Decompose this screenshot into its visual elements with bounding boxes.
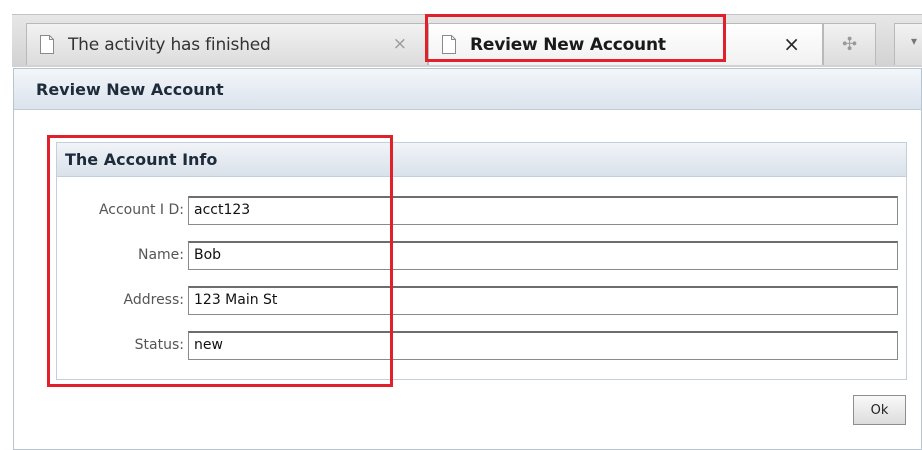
ok-button[interactable]: Ok: [853, 395, 906, 425]
add-tab-icon: ✣: [841, 34, 858, 55]
close-icon[interactable]: ×: [393, 34, 407, 54]
panel-title: Review New Account: [36, 80, 224, 99]
add-tab-button[interactable]: ✣: [823, 23, 876, 65]
tab-menu-button[interactable]: ▾: [894, 23, 922, 65]
document-icon: [40, 35, 54, 54]
account-info-highlight-box: [47, 135, 393, 387]
panel-header: Review New Account: [14, 69, 921, 110]
close-icon[interactable]: ×: [783, 32, 800, 56]
tab-label: The activity has finished: [68, 34, 271, 55]
tab-menu-icon: ▾: [910, 33, 918, 48]
tab-activity-finished[interactable]: The activity has finished ×: [26, 23, 428, 65]
tab-highlight-box: [425, 14, 726, 62]
